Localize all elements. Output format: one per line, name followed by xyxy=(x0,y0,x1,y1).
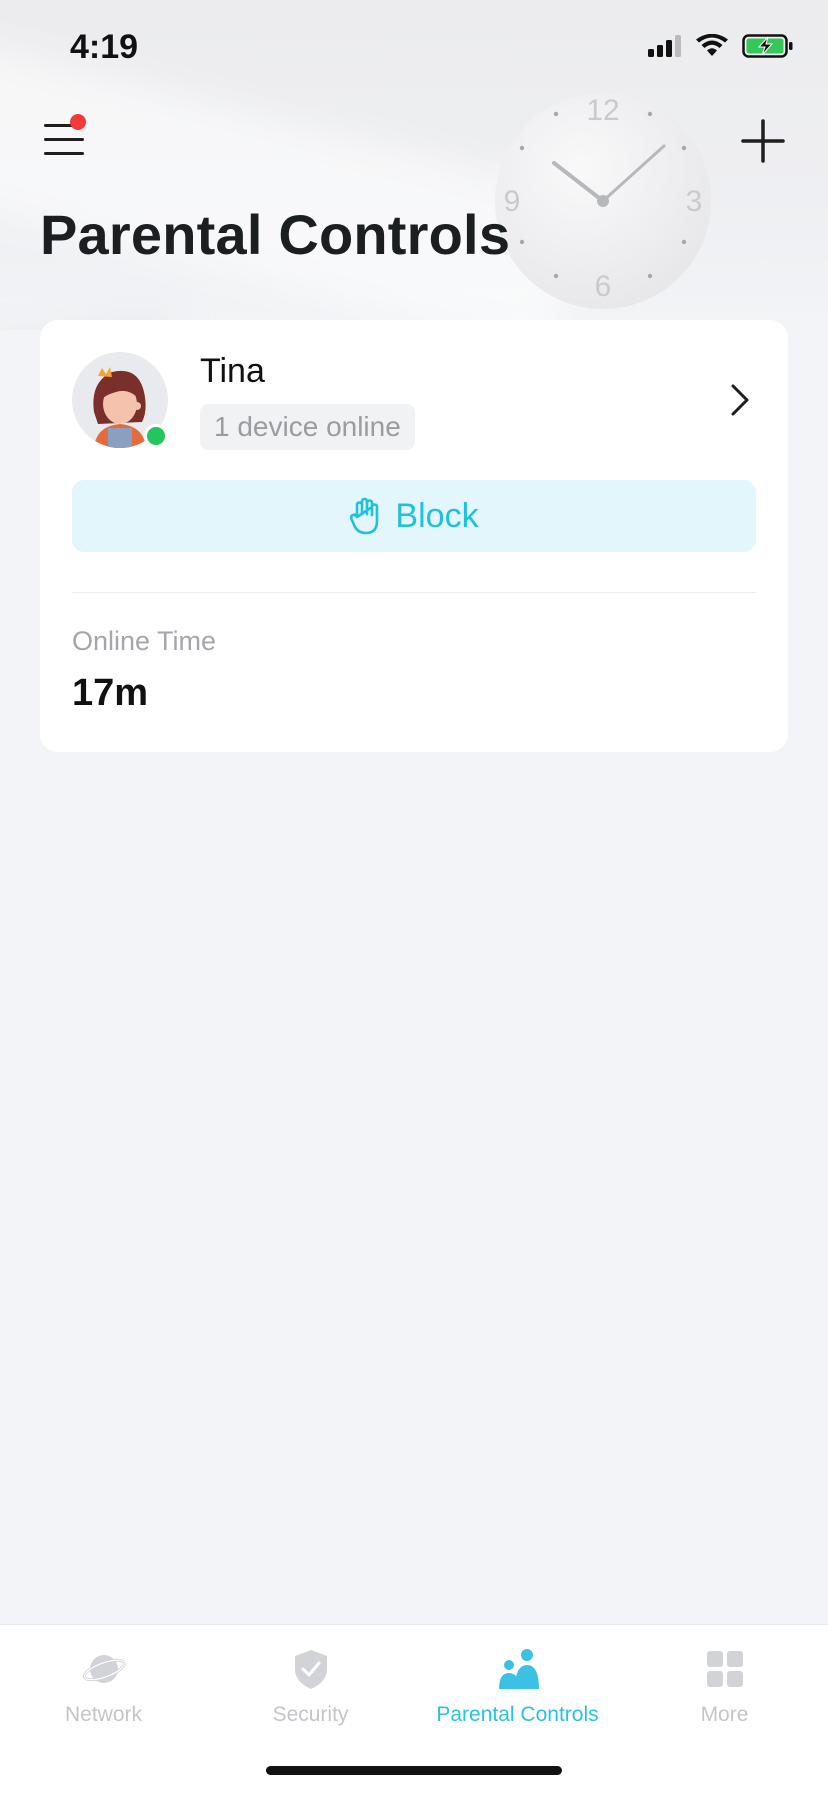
tab-more[interactable]: More xyxy=(621,1647,828,1737)
clock-number-3: 3 xyxy=(686,185,703,218)
family-icon xyxy=(498,1649,539,1689)
clock-number-6: 6 xyxy=(595,270,612,303)
cellular-signal-icon xyxy=(648,35,681,57)
online-time-label: Online Time xyxy=(72,626,217,656)
device-status-badge: 1 device online xyxy=(200,404,415,450)
tab-more-label: More xyxy=(700,1703,749,1726)
planet-icon xyxy=(82,1655,126,1683)
grid-icon xyxy=(706,1651,743,1687)
clock-number-12: 12 xyxy=(586,94,619,127)
online-status-dot xyxy=(144,424,168,448)
add-icon[interactable] xyxy=(740,118,786,164)
profile-card[interactable]: Tina 1 device online Block Online Time 1… xyxy=(40,320,788,752)
tab-parental-controls[interactable]: Parental Controls xyxy=(414,1647,621,1737)
chevron-right-icon[interactable] xyxy=(728,382,752,418)
block-button[interactable]: Block xyxy=(72,480,756,552)
block-button-label: Block xyxy=(395,496,479,535)
wifi-icon xyxy=(696,34,728,56)
tab-parental-controls-label: Parental Controls xyxy=(436,1703,599,1726)
wall-clock-illustration: 12 3 6 9 xyxy=(495,93,711,309)
home-indicator xyxy=(266,1766,562,1775)
profile-name: Tina xyxy=(200,352,265,390)
tab-security[interactable]: Security xyxy=(207,1647,414,1737)
tab-network-label: Network xyxy=(64,1703,143,1726)
hand-stop-icon xyxy=(350,497,379,535)
divider xyxy=(72,592,756,593)
battery-charging-icon xyxy=(742,34,793,58)
shield-check-icon xyxy=(294,1650,327,1689)
online-time-value: 17m xyxy=(72,672,149,714)
page-title: Parental Controls xyxy=(40,203,511,266)
tab-security-label: Security xyxy=(272,1703,349,1726)
tab-network[interactable]: Network xyxy=(0,1647,207,1737)
status-time: 4:19 xyxy=(70,28,139,66)
notification-dot xyxy=(70,114,86,130)
status-bar: 4:19 xyxy=(0,0,828,100)
